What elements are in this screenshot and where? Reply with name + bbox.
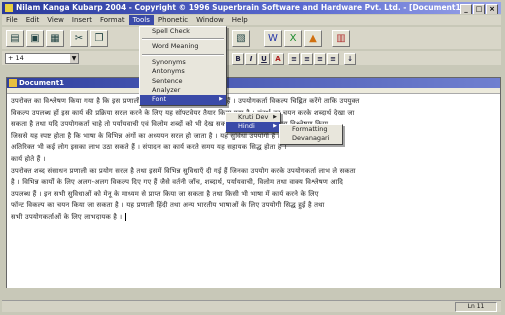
document-line: है । विभिन्न कार्यों के लिए अलग-अलग विकल…	[11, 178, 344, 187]
cut-icon[interactable]: ✂	[70, 30, 88, 47]
menu-item-formatting[interactable]: Formatting	[280, 125, 342, 134]
print-icon[interactable]: ▦	[46, 30, 64, 47]
picture-icon[interactable]: ▧	[232, 30, 250, 47]
font-size-select[interactable]: + 14 ▼	[5, 53, 79, 64]
open-icon[interactable]: ▤	[6, 30, 24, 47]
underline-button[interactable]: U	[258, 53, 270, 65]
document-window: Document1 उपरोक्त का विश्लेषण किया गया ह…	[6, 77, 501, 289]
submenu-arrow-icon: ▶	[273, 123, 277, 130]
menu-item-kruti-dev-label: Kruti Dev	[238, 113, 269, 121]
hindi-submenu: Formatting Devanagari	[279, 124, 343, 145]
font-size-value: + 14	[8, 54, 24, 62]
align-right-button[interactable]: ≡	[314, 53, 326, 65]
window-bottom-area	[2, 288, 501, 299]
menu-window[interactable]: Window	[192, 15, 228, 25]
font-submenu: Kruti Dev ▶ Hindi ▶	[225, 112, 281, 133]
menu-item-analyzer[interactable]: Analyzer	[140, 86, 226, 95]
powerpoint-icon[interactable]: ▲	[304, 30, 322, 47]
text-caret	[124, 212, 126, 221]
menu-item-font[interactable]: Font ▶	[140, 95, 226, 105]
window-title: Nilam Kanga Kubarp 2004 - Copyright © 19…	[16, 3, 465, 12]
align-left-button[interactable]: ≡	[288, 53, 300, 65]
status-bar: Ln 11	[2, 300, 501, 312]
menu-item-font-label: Font	[152, 95, 167, 104]
standard-toolbar: ▤ ▣ ▦ ✂ ❐ ▧ W X ▲ ▥	[2, 27, 501, 49]
chart-icon[interactable]: ▥	[332, 30, 350, 47]
title-bar: Nilam Kanga Kubarp 2004 - Copyright © 19…	[2, 2, 501, 14]
menu-item-kruti-dev[interactable]: Kruti Dev ▶	[226, 113, 280, 122]
submenu-arrow-icon: ▶	[273, 114, 277, 120]
document-line: उपलब्ध हैं । इन सभी सुविधाओं को मेनू के …	[11, 189, 319, 198]
chevron-down-icon: ▼	[70, 54, 78, 63]
maximize-button[interactable]: □	[473, 4, 485, 14]
document-line: कार्य होते हैं ।	[11, 154, 46, 163]
menu-help[interactable]: Help	[228, 15, 252, 25]
menu-item-hindi-label: Hindi	[238, 122, 255, 131]
document-title-bar: Document1	[7, 78, 500, 88]
justify-button[interactable]: ≡	[327, 53, 339, 65]
menu-edit[interactable]: Edit	[22, 15, 44, 25]
tools-menu: Spell Check Word Meaning Synonyms Antony…	[139, 26, 227, 106]
font-color-button[interactable]: A	[272, 53, 284, 65]
close-button[interactable]: ×	[486, 4, 498, 14]
window-controls: _ □ ×	[459, 3, 498, 14]
document-line: उपरोक्त शब्द संसाधन प्रणाली का प्रयोग सर…	[11, 166, 356, 175]
menu-insert[interactable]: Insert	[68, 15, 96, 25]
menu-item-spell-check[interactable]: Spell Check	[140, 27, 226, 36]
application-window: Nilam Kanga Kubarp 2004 - Copyright © 19…	[0, 0, 505, 315]
menu-item-hindi[interactable]: Hindi ▶	[226, 122, 280, 132]
copy-icon[interactable]: ❐	[90, 30, 108, 47]
menu-item-devanagari[interactable]: Devanagari	[280, 134, 342, 143]
document-icon	[9, 79, 17, 87]
document-line-last: सभी उपयोगकर्ताओं के लिए लाभदायक है ।	[11, 212, 496, 224]
document-line: उपरोक्त का विश्लेषण किया गया है कि इस प्…	[11, 97, 360, 105]
word-icon[interactable]: W	[264, 30, 282, 47]
menu-item-antonyms[interactable]: Antonyms	[140, 67, 226, 76]
excel-icon[interactable]: X	[284, 30, 302, 47]
document-title: Document1	[19, 79, 64, 87]
submenu-arrow-icon: ▶	[219, 96, 223, 103]
indent-button[interactable]: ↓	[344, 53, 356, 65]
menu-phonetic[interactable]: Phonetic	[154, 15, 192, 25]
menu-item-synonyms[interactable]: Synonyms	[140, 58, 226, 67]
app-icon	[5, 4, 13, 12]
align-center-button[interactable]: ≡	[301, 53, 313, 65]
menu-view[interactable]: View	[43, 15, 68, 25]
menu-item-sentence[interactable]: Sentence	[140, 77, 226, 86]
menu-format[interactable]: Format	[96, 15, 129, 25]
status-cell: Ln 11	[455, 302, 497, 312]
save-icon[interactable]: ▣	[26, 30, 44, 47]
menu-bar: File Edit View Insert Format Tools Phonetic Win…	[2, 15, 501, 25]
italic-button[interactable]: I	[245, 53, 257, 65]
menu-separator	[142, 38, 224, 41]
document-line: अतिरिक्त भी कई लोग इसका लाभ उठा सकते हैं…	[11, 143, 287, 152]
minimize-button[interactable]: _	[460, 4, 472, 14]
format-toolbar: + 14 ▼ B I U A ≡ ≡ ≡ ≡ ↓	[2, 51, 501, 65]
document-line: सभी उपयोगकर्ताओं के लिए लाभदायक है ।	[11, 212, 123, 221]
menu-file[interactable]: File	[2, 15, 22, 25]
document-line: फॉन्ट विकल्प का चयन किया जा सकता है । यह…	[11, 201, 325, 210]
menu-separator	[142, 53, 224, 56]
menu-item-word-meaning[interactable]: Word Meaning	[140, 42, 226, 51]
menu-tools[interactable]: Tools	[128, 15, 154, 25]
bold-button[interactable]: B	[232, 53, 244, 65]
